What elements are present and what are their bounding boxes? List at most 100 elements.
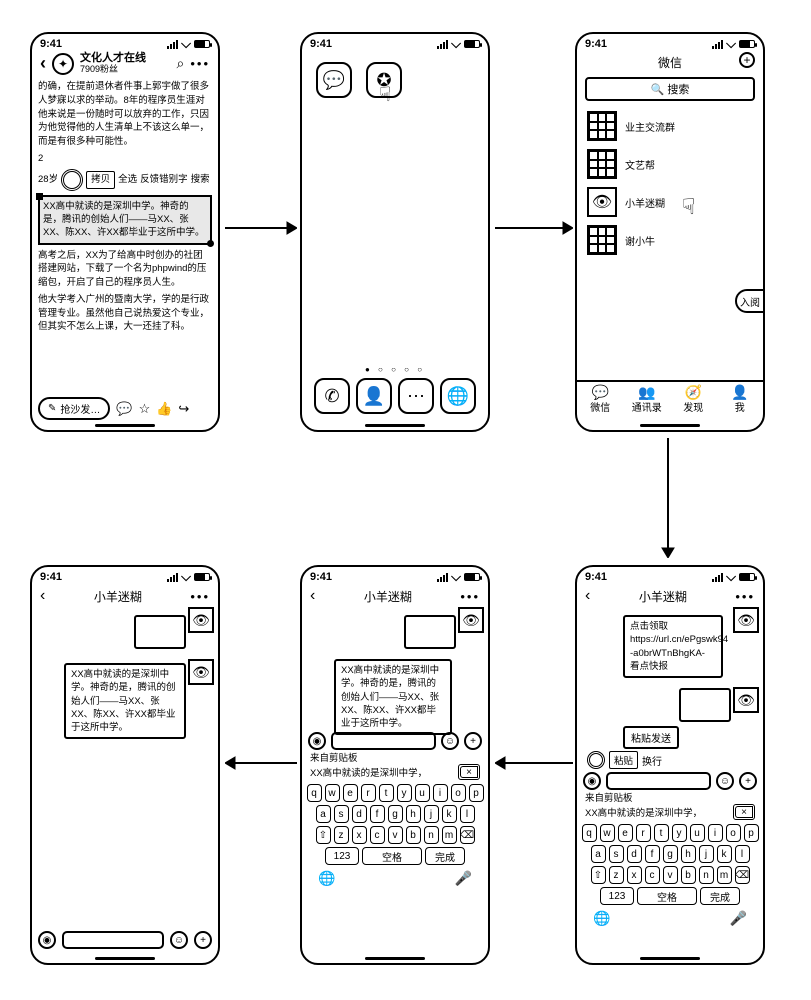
key-a[interactable]: a	[591, 845, 606, 863]
key-u[interactable]: u	[690, 824, 705, 842]
paste-send-button[interactable]: 粘贴发送	[623, 726, 679, 749]
globe-icon[interactable]: 🌐	[593, 910, 610, 927]
tab-me[interactable]: 👤我	[717, 382, 764, 414]
key-d[interactable]: d	[352, 805, 367, 823]
key-e[interactable]: e	[618, 824, 633, 842]
search-input[interactable]: 🔍 搜索	[585, 77, 755, 101]
key-g[interactable]: g	[388, 805, 403, 823]
key-o[interactable]: o	[451, 784, 466, 802]
key-x[interactable]: x	[627, 866, 642, 884]
key-k[interactable]: k	[717, 845, 732, 863]
key-i[interactable]: i	[433, 784, 448, 802]
floating-reader-icon[interactable]: 入阅	[735, 289, 765, 313]
key-space[interactable]: 空格	[637, 887, 697, 905]
key-j[interactable]: j	[424, 805, 439, 823]
globe-icon[interactable]: 🌐	[318, 870, 335, 887]
phone-app-icon[interactable]: ✆	[314, 378, 350, 414]
key-z[interactable]: z	[609, 866, 624, 884]
plus-icon[interactable]: +	[739, 772, 757, 790]
bubble-icon[interactable]: 💬	[116, 401, 132, 417]
contacts-app-icon[interactable]: 👤	[356, 378, 392, 414]
key-b[interactable]: b	[406, 826, 421, 844]
key-s[interactable]: s	[334, 805, 349, 823]
key-123[interactable]: 123	[600, 887, 634, 905]
sms-app-icon[interactable]: ⋯	[398, 378, 434, 414]
key-o[interactable]: o	[726, 824, 741, 842]
comment-pill[interactable]: ✎抢沙发…	[38, 397, 110, 420]
feedback-action[interactable]: 反馈错别字	[140, 173, 188, 187]
key-c[interactable]: c	[645, 866, 660, 884]
key-k[interactable]: k	[442, 805, 457, 823]
key-r[interactable]: r	[636, 824, 651, 842]
url-message[interactable]: 点击领取 https://url.cn/ePgswk94 -a0brWTnBhg…	[623, 615, 723, 678]
key-h[interactable]: h	[406, 805, 421, 823]
tab-contacts[interactable]: 👥通讯录	[624, 382, 671, 414]
chat-row-group1[interactable]: 业主交流群	[577, 107, 763, 145]
key-e[interactable]: e	[343, 784, 358, 802]
key-j[interactable]: j	[699, 845, 714, 863]
key-y[interactable]: y	[397, 784, 412, 802]
key-123[interactable]: 123	[325, 847, 359, 865]
more-icon[interactable]: •••	[735, 589, 755, 604]
key-f[interactable]: f	[645, 845, 660, 863]
key-t[interactable]: t	[654, 824, 669, 842]
key-l[interactable]: l	[460, 805, 475, 823]
key-b[interactable]: b	[681, 866, 696, 884]
sent-message[interactable]: XX高中就读的是深圳中学。神奇的是，腾讯的创始人们——马XX、张XX、陈XX、许…	[64, 663, 186, 739]
key-s[interactable]: s	[609, 845, 624, 863]
key-shift[interactable]: ⇧	[316, 826, 331, 844]
key-n[interactable]: n	[424, 826, 439, 844]
share-icon[interactable]: ↪	[178, 401, 189, 417]
key-q[interactable]: q	[582, 824, 597, 842]
key-v[interactable]: v	[388, 826, 403, 844]
delete-icon[interactable]	[733, 804, 755, 820]
key-f[interactable]: f	[370, 805, 385, 823]
message-input[interactable]	[606, 772, 711, 790]
key-l[interactable]: l	[735, 845, 750, 863]
delete-icon[interactable]	[458, 764, 480, 780]
key-backspace[interactable]: ⌫	[460, 826, 475, 844]
key-m[interactable]: m	[717, 866, 732, 884]
back-chevron-icon[interactable]: ‹	[40, 587, 45, 605]
key-space[interactable]: 空格	[362, 847, 422, 865]
key-c[interactable]: c	[370, 826, 385, 844]
message-input[interactable]	[62, 931, 164, 949]
tab-discover[interactable]: 🧭发现	[670, 382, 717, 414]
browser-app-icon[interactable]: 🌐	[440, 378, 476, 414]
key-g[interactable]: g	[663, 845, 678, 863]
search-icon[interactable]: ⌕	[177, 55, 185, 72]
key-done[interactable]: 完成	[425, 847, 465, 865]
selectall-action[interactable]: 全选	[118, 173, 137, 187]
key-t[interactable]: t	[379, 784, 394, 802]
key-x[interactable]: x	[352, 826, 367, 844]
key-n[interactable]: n	[699, 866, 714, 884]
key-w[interactable]: w	[600, 824, 615, 842]
mic-icon[interactable]: 🎤	[455, 870, 472, 887]
key-shift[interactable]: ⇧	[591, 866, 606, 884]
newline-action[interactable]: 换行	[642, 753, 662, 768]
mic-icon[interactable]: 🎤	[730, 910, 747, 927]
key-p[interactable]: p	[469, 784, 484, 802]
key-u[interactable]: u	[415, 784, 430, 802]
tab-chats[interactable]: 💬微信	[577, 382, 624, 414]
voice-toggle-icon[interactable]: ◉	[583, 772, 601, 790]
more-icon[interactable]: •••	[190, 56, 210, 71]
more-icon[interactable]: •••	[460, 589, 480, 604]
plus-icon[interactable]: +	[739, 52, 755, 68]
key-p[interactable]: p	[744, 824, 759, 842]
key-z[interactable]: z	[334, 826, 349, 844]
key-m[interactable]: m	[442, 826, 457, 844]
plus-icon[interactable]: +	[464, 732, 482, 750]
key-d[interactable]: d	[627, 845, 642, 863]
like-icon[interactable]: 👍	[156, 401, 172, 417]
emoji-icon[interactable]: ☺	[170, 931, 188, 949]
key-w[interactable]: w	[325, 784, 340, 802]
more-icon[interactable]: •••	[190, 589, 210, 604]
chat-row-target[interactable]: 👁 小羊迷糊	[577, 183, 763, 221]
plus-icon[interactable]: +	[194, 931, 212, 949]
back-chevron-icon[interactable]: ‹	[585, 587, 590, 605]
back-chevron-icon[interactable]: ‹	[40, 53, 46, 74]
key-backspace[interactable]: ⌫	[735, 866, 750, 884]
key-i[interactable]: i	[708, 824, 723, 842]
key-done[interactable]: 完成	[700, 887, 740, 905]
